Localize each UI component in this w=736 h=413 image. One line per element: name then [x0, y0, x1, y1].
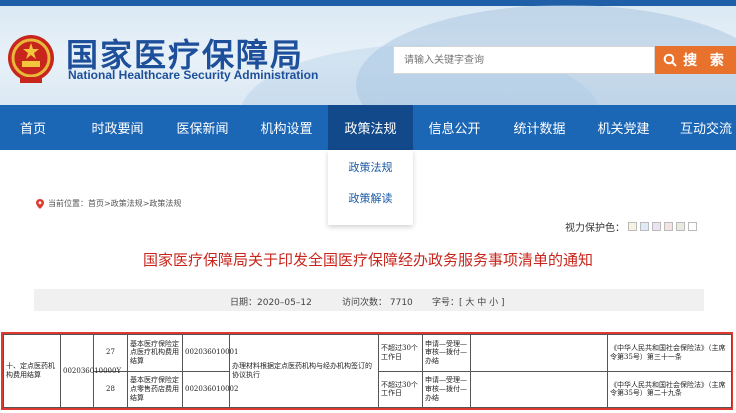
nav-item-interaction[interactable]: 互动交流 — [668, 105, 736, 150]
nav-item-home[interactable]: 首页 — [0, 105, 66, 150]
nav-item-policy[interactable]: 政策法规 — [328, 105, 413, 150]
main-nav: 首页 时政要闻 医保新闻 机构设置 政策法规 信息公开 统计数据 机关党建 互动… — [0, 105, 736, 150]
time-limit: 不超过30个工作日 — [378, 370, 423, 408]
time-limit: 不超过30个工作日 — [378, 334, 423, 372]
search-icon — [663, 53, 677, 67]
process: 申请—受理—审核—拨付—办结 — [422, 370, 471, 408]
vision-label: 视力保护色： — [565, 223, 625, 234]
empty-cell — [470, 370, 608, 408]
search-input[interactable] — [394, 47, 654, 73]
font-size-switch[interactable]: 字号：[ 大 中 小 ] — [432, 295, 504, 308]
color-swatch-1[interactable] — [628, 222, 637, 231]
article-date: 日期：2020–05–12 — [230, 298, 312, 308]
national-emblem-icon — [8, 35, 54, 83]
color-swatch-2[interactable] — [640, 222, 649, 231]
row-number: 28 — [93, 370, 128, 408]
materials-cell: 办理材料根据定点医药机构与经办机构签订的协议执行 — [229, 334, 379, 408]
nav-item-news[interactable]: 医保新闻 — [164, 105, 241, 150]
search-button[interactable]: 搜 索 — [655, 46, 736, 74]
color-swatch-5[interactable] — [676, 222, 685, 231]
color-swatch-6[interactable] — [688, 222, 697, 231]
dropdown-item-interpretation[interactable]: 政策解读 — [328, 190, 413, 206]
article-meta: 日期：2020–05–12 访问次数： 7710 字号：[ 大 中 小 ] — [34, 289, 704, 311]
item-code: 002036010002 — [182, 370, 238, 408]
service-item-table: 十、定点医药机构费用结算 002036010000Y 27 基本医疗保险定点医疗… — [1, 332, 733, 410]
dropdown-item-policy[interactable]: 政策法规 — [328, 159, 413, 175]
nav-item-statistics[interactable]: 统计数据 — [501, 105, 578, 150]
color-swatch-3[interactable] — [652, 222, 661, 231]
article-visits: 访问次数： 7710 — [342, 298, 413, 308]
location-pin-icon — [36, 198, 44, 209]
search-field[interactable] — [393, 46, 655, 74]
nav-item-disclosure[interactable]: 信息公开 — [416, 105, 493, 150]
process: 申请—受理—审核—拨付—办结 — [422, 334, 471, 372]
search-button-label: 搜 索 — [683, 53, 728, 69]
group-code-cell: 002036010000Y — [60, 334, 121, 408]
top-bar — [0, 0, 736, 6]
site-header: 国家医疗保障局 National Healthcare Security Adm… — [0, 0, 736, 105]
nav-item-party[interactable]: 机关党建 — [585, 105, 662, 150]
site-name-en: National Healthcare Security Administrat… — [68, 68, 319, 82]
group-name-cell: 十、定点医药机构费用结算 — [3, 334, 61, 408]
law-basis: 《中华人民共和国社会保险法》（主席令第35号）第二十九条 — [607, 370, 732, 408]
table-row: 十、定点医药机构费用结算 002036010000Y 27 基本医疗保险定点医疗… — [3, 334, 732, 408]
policy-dropdown-menu: 政策法规 政策解读 — [328, 150, 413, 225]
vision-protection-colors: 视力保护色： — [565, 219, 697, 234]
breadcrumb-text[interactable]: 当前位置：首页>政策法规>政策法规 — [48, 198, 181, 209]
breadcrumb: 当前位置：首页>政策法规>政策法规 — [36, 198, 181, 209]
row-number: 27 — [93, 334, 128, 372]
color-swatch-4[interactable] — [664, 222, 673, 231]
article-title: 国家医疗保障局关于印发全国医疗保障经办政务服务事项清单的通知 — [142, 251, 593, 269]
item-name: 基本医疗保险定点医疗机构费用结算 — [127, 334, 183, 372]
item-name: 基本医疗保险定点零售药店费用结算 — [127, 370, 183, 408]
nav-item-current-affairs[interactable]: 时政要闻 — [79, 105, 156, 150]
item-code: 002036010001 — [182, 334, 238, 372]
nav-item-organization[interactable]: 机构设置 — [248, 105, 325, 150]
law-basis: 《中华人民共和国社会保险法》（主席令第35号）第三十一条 — [607, 334, 732, 372]
empty-cell — [470, 334, 608, 372]
